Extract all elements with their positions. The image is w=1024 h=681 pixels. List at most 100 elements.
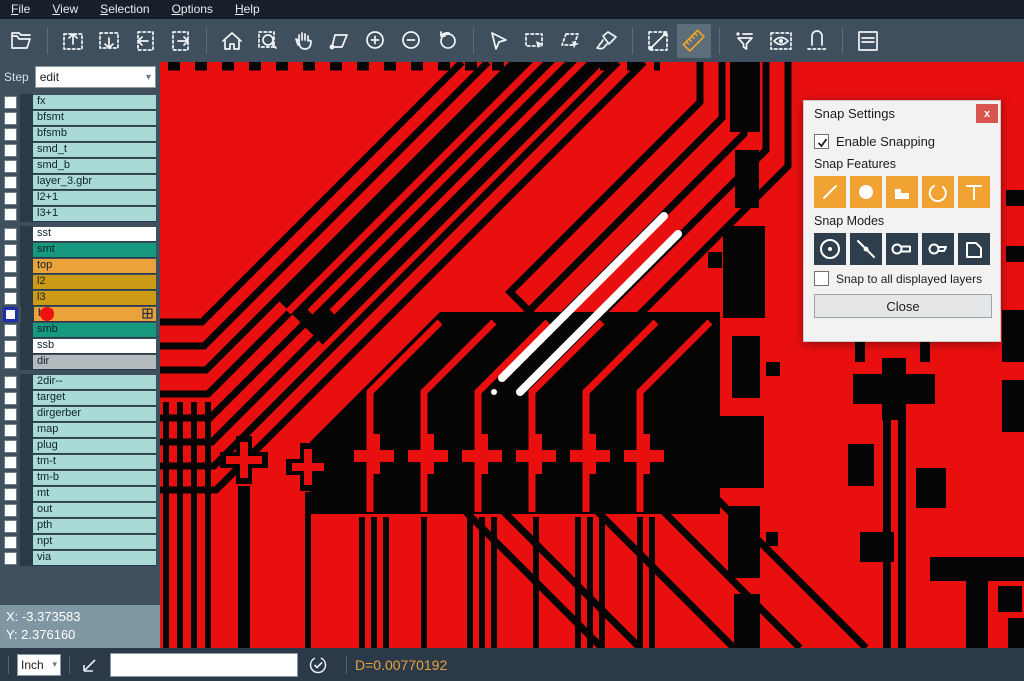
step-dropdown[interactable]: edit ▾: [35, 66, 156, 88]
layer-visibility-checkbox[interactable]: [4, 552, 17, 565]
snap-arc-button[interactable]: [922, 176, 954, 208]
layer-visibility-checkbox[interactable]: [4, 456, 17, 469]
home-view-button[interactable]: [215, 24, 249, 58]
zoom-out-button[interactable]: [395, 24, 429, 58]
layer-visibility-checkbox[interactable]: [4, 244, 17, 257]
highlight-brush-button[interactable]: [590, 24, 624, 58]
layer-visibility-checkbox[interactable]: [4, 520, 17, 533]
layer-visibility-checkbox[interactable]: [4, 472, 17, 485]
layer-visibility-checkbox[interactable]: [4, 424, 17, 437]
snap-key-button[interactable]: [922, 233, 954, 265]
pan-left-button[interactable]: [128, 24, 162, 58]
layer-visibility-checkbox[interactable]: [4, 292, 17, 305]
layer-visibility-checkbox[interactable]: [4, 128, 17, 141]
layer-visibility-checkbox[interactable]: [4, 176, 17, 189]
dialog-close-button[interactable]: Close: [814, 294, 992, 318]
layer-row[interactable]: l2: [0, 274, 156, 290]
sync-check-icon[interactable]: [308, 655, 328, 675]
layer-visibility-checkbox[interactable]: [4, 276, 17, 289]
layer-visibility-checkbox[interactable]: [4, 260, 17, 273]
layer-visibility-checkbox[interactable]: [4, 96, 17, 109]
zoom-in-button[interactable]: [359, 24, 393, 58]
layer-row[interactable]: top: [0, 258, 156, 274]
snap-point-on-line-button[interactable]: [850, 233, 882, 265]
menu-help[interactable]: Help: [224, 0, 271, 19]
layer-visibility-checkbox[interactable]: [4, 228, 17, 241]
layer-row[interactable]: smd_t: [0, 142, 156, 158]
layer-visibility-checkbox[interactable]: [4, 376, 17, 389]
layer-visibility-checkbox[interactable]: [4, 408, 17, 421]
layer-row[interactable]: npt: [0, 534, 156, 550]
snap-text-button[interactable]: [958, 176, 990, 208]
menu-selection[interactable]: Selection: [89, 0, 160, 19]
select-cursor-button[interactable]: [482, 24, 516, 58]
layer-row[interactable]: smb: [0, 322, 156, 338]
layer-row[interactable]: bfsmb: [0, 126, 156, 142]
measure-line-button[interactable]: [641, 24, 675, 58]
ruler-button[interactable]: [677, 24, 711, 58]
layer-row[interactable]: plug: [0, 438, 156, 454]
angle-tool-icon[interactable]: [80, 655, 100, 675]
layer-visibility-checkbox[interactable]: [4, 192, 17, 205]
layer-row[interactable]: bot: [0, 306, 156, 322]
snap-corner-button[interactable]: [958, 233, 990, 265]
layer-row[interactable]: sst: [0, 226, 156, 242]
snap-magnet-button[interactable]: [800, 24, 834, 58]
open-folder-button[interactable]: [5, 24, 39, 58]
layer-row[interactable]: 2dir--: [0, 374, 156, 390]
layer-row[interactable]: ssb: [0, 338, 156, 354]
snap-endpoint-button[interactable]: [886, 233, 918, 265]
menu-view[interactable]: View: [41, 0, 89, 19]
layer-visibility-checkbox[interactable]: [4, 144, 17, 157]
layer-visibility-checkbox[interactable]: [4, 324, 17, 337]
layer-row[interactable]: dir: [0, 354, 156, 370]
layer-row[interactable]: l3+1: [0, 206, 156, 222]
layer-visibility-checkbox[interactable]: [4, 440, 17, 453]
pan-down-button[interactable]: [92, 24, 126, 58]
layer-row[interactable]: smd_b: [0, 158, 156, 174]
layer-visibility-checkbox[interactable]: [4, 340, 17, 353]
layer-visibility-checkbox[interactable]: [4, 488, 17, 501]
select-rect-button[interactable]: [518, 24, 552, 58]
enable-snapping-checkbox[interactable]: [814, 134, 829, 149]
layer-row[interactable]: mt: [0, 486, 156, 502]
snap-all-layers-checkbox[interactable]: [814, 271, 829, 286]
layer-row[interactable]: layer_3.gbr: [0, 174, 156, 190]
view-filter-button[interactable]: [764, 24, 798, 58]
layer-row[interactable]: l3: [0, 290, 156, 306]
snap-line-button[interactable]: [814, 176, 846, 208]
snap-surface-button[interactable]: [886, 176, 918, 208]
layer-row[interactable]: pth: [0, 518, 156, 534]
layer-visibility-checkbox[interactable]: [4, 356, 17, 369]
layer-row[interactable]: tm-t: [0, 454, 156, 470]
layer-row[interactable]: out: [0, 502, 156, 518]
layers-form-button[interactable]: [851, 24, 885, 58]
menu-file[interactable]: File: [0, 0, 41, 19]
layer-row[interactable]: map: [0, 422, 156, 438]
layer-row[interactable]: target: [0, 390, 156, 406]
layer-visibility-checkbox[interactable]: [4, 208, 17, 221]
layer-visibility-checkbox[interactable]: [4, 392, 17, 405]
layer-visibility-checkbox[interactable]: [4, 536, 17, 549]
dialog-titlebar[interactable]: Snap Settings x: [804, 101, 1000, 126]
layer-row[interactable]: smt: [0, 242, 156, 258]
dialog-close-x-button[interactable]: x: [976, 104, 998, 123]
zoom-window-button[interactable]: [251, 24, 285, 58]
layer-row[interactable]: dirgerber: [0, 406, 156, 422]
command-input[interactable]: [110, 653, 298, 677]
layer-row[interactable]: l2+1: [0, 190, 156, 206]
pan-hand-button[interactable]: [287, 24, 321, 58]
layer-visibility-checkbox[interactable]: [4, 504, 17, 517]
snap-center-button[interactable]: [814, 233, 846, 265]
pcb-canvas[interactable]: Snap Settings x Enable Snapping Snap Fea…: [160, 62, 1024, 648]
layer-row[interactable]: fx: [0, 94, 156, 110]
layer-visibility-checkbox[interactable]: [4, 112, 17, 125]
unit-dropdown[interactable]: Inch ▾: [17, 654, 61, 676]
zoom-previous-button[interactable]: [431, 24, 465, 58]
layer-visibility-checkbox[interactable]: [3, 307, 18, 322]
snap-pad-button[interactable]: [850, 176, 882, 208]
filter-button[interactable]: [728, 24, 762, 58]
layer-row[interactable]: tm-b: [0, 470, 156, 486]
menu-options[interactable]: Options: [161, 0, 224, 19]
layer-visibility-checkbox[interactable]: [4, 160, 17, 173]
